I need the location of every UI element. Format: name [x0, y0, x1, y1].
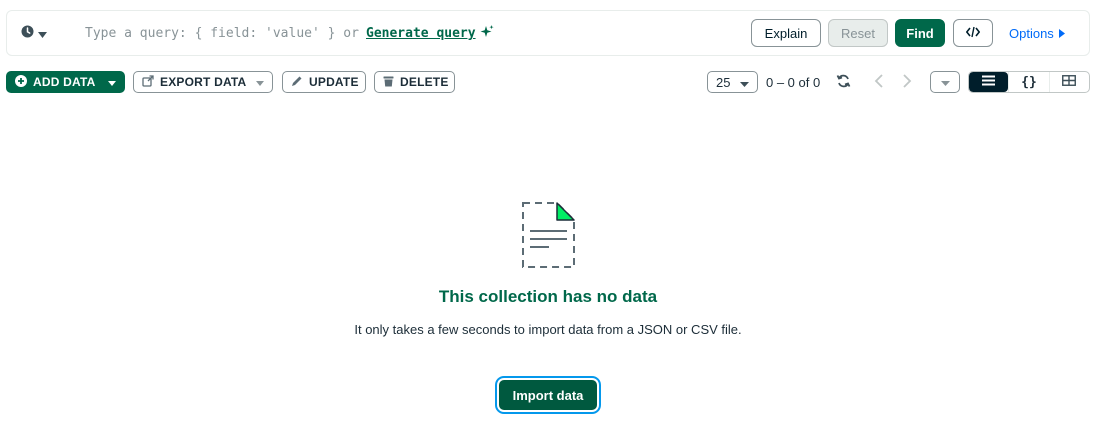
delete-label: DELETE: [400, 75, 449, 89]
add-data-button[interactable]: ADD DATA: [6, 71, 125, 93]
chevron-down-icon: [38, 25, 47, 43]
caret-right-icon: [1058, 26, 1065, 41]
code-icon: [965, 26, 981, 41]
list-view-icon: [982, 73, 996, 91]
page-size-value: 25: [716, 74, 731, 90]
delete-button[interactable]: DELETE: [374, 71, 455, 93]
empty-state-description: It only takes a few seconds to import da…: [354, 322, 742, 337]
trash-icon: [383, 75, 394, 90]
query-history-button[interactable]: [21, 25, 47, 43]
import-data-button[interactable]: Import data: [497, 378, 599, 412]
chevron-down-icon: [108, 75, 116, 89]
chevron-down-icon: [256, 75, 264, 89]
empty-document-icon: [519, 201, 577, 276]
code-view-button[interactable]: [953, 19, 993, 47]
sparkle-icon: [480, 25, 494, 44]
export-data-label: EXPORT DATA: [160, 75, 247, 89]
update-label: UPDATE: [309, 75, 359, 89]
clock-icon: [21, 25, 34, 43]
json-view-icon: {}: [1021, 74, 1037, 90]
query-bar: Type a query: { field: 'value' } or Gene…: [6, 10, 1090, 56]
chevron-right-icon[interactable]: [902, 74, 912, 93]
table-view-icon: [1062, 73, 1077, 91]
page-size-select[interactable]: 25: [707, 71, 758, 93]
generate-query-link[interactable]: Generate query: [366, 26, 476, 41]
export-icon: [142, 74, 154, 90]
update-button[interactable]: UPDATE: [282, 71, 366, 93]
plus-circle-icon: [15, 74, 27, 90]
pencil-icon: [291, 75, 303, 90]
export-data-button[interactable]: EXPORT DATA: [133, 71, 273, 93]
query-placeholder[interactable]: Type a query: { field: 'value' } or: [85, 26, 359, 41]
add-data-label: ADD DATA: [33, 75, 96, 89]
chevron-down-icon: [940, 73, 950, 91]
chevron-left-icon[interactable]: [874, 74, 884, 93]
empty-state-title: This collection has no data: [438, 287, 658, 306]
list-view-button[interactable]: [969, 72, 1009, 92]
explain-button[interactable]: Explain: [751, 19, 821, 47]
table-view-button[interactable]: [1048, 72, 1089, 92]
json-view-button[interactable]: {}: [1008, 72, 1048, 92]
refresh-icon[interactable]: [836, 74, 851, 93]
view-switcher: {}: [968, 71, 1090, 93]
chevron-down-icon: [740, 75, 750, 90]
reset-button[interactable]: Reset: [828, 19, 888, 47]
pagination-range: 0 – 0 of 0: [766, 75, 821, 90]
options-toggle[interactable]: Options: [1009, 26, 1065, 41]
find-button[interactable]: Find: [895, 19, 945, 47]
view-options-select[interactable]: [930, 71, 960, 93]
options-label: Options: [1009, 26, 1054, 41]
